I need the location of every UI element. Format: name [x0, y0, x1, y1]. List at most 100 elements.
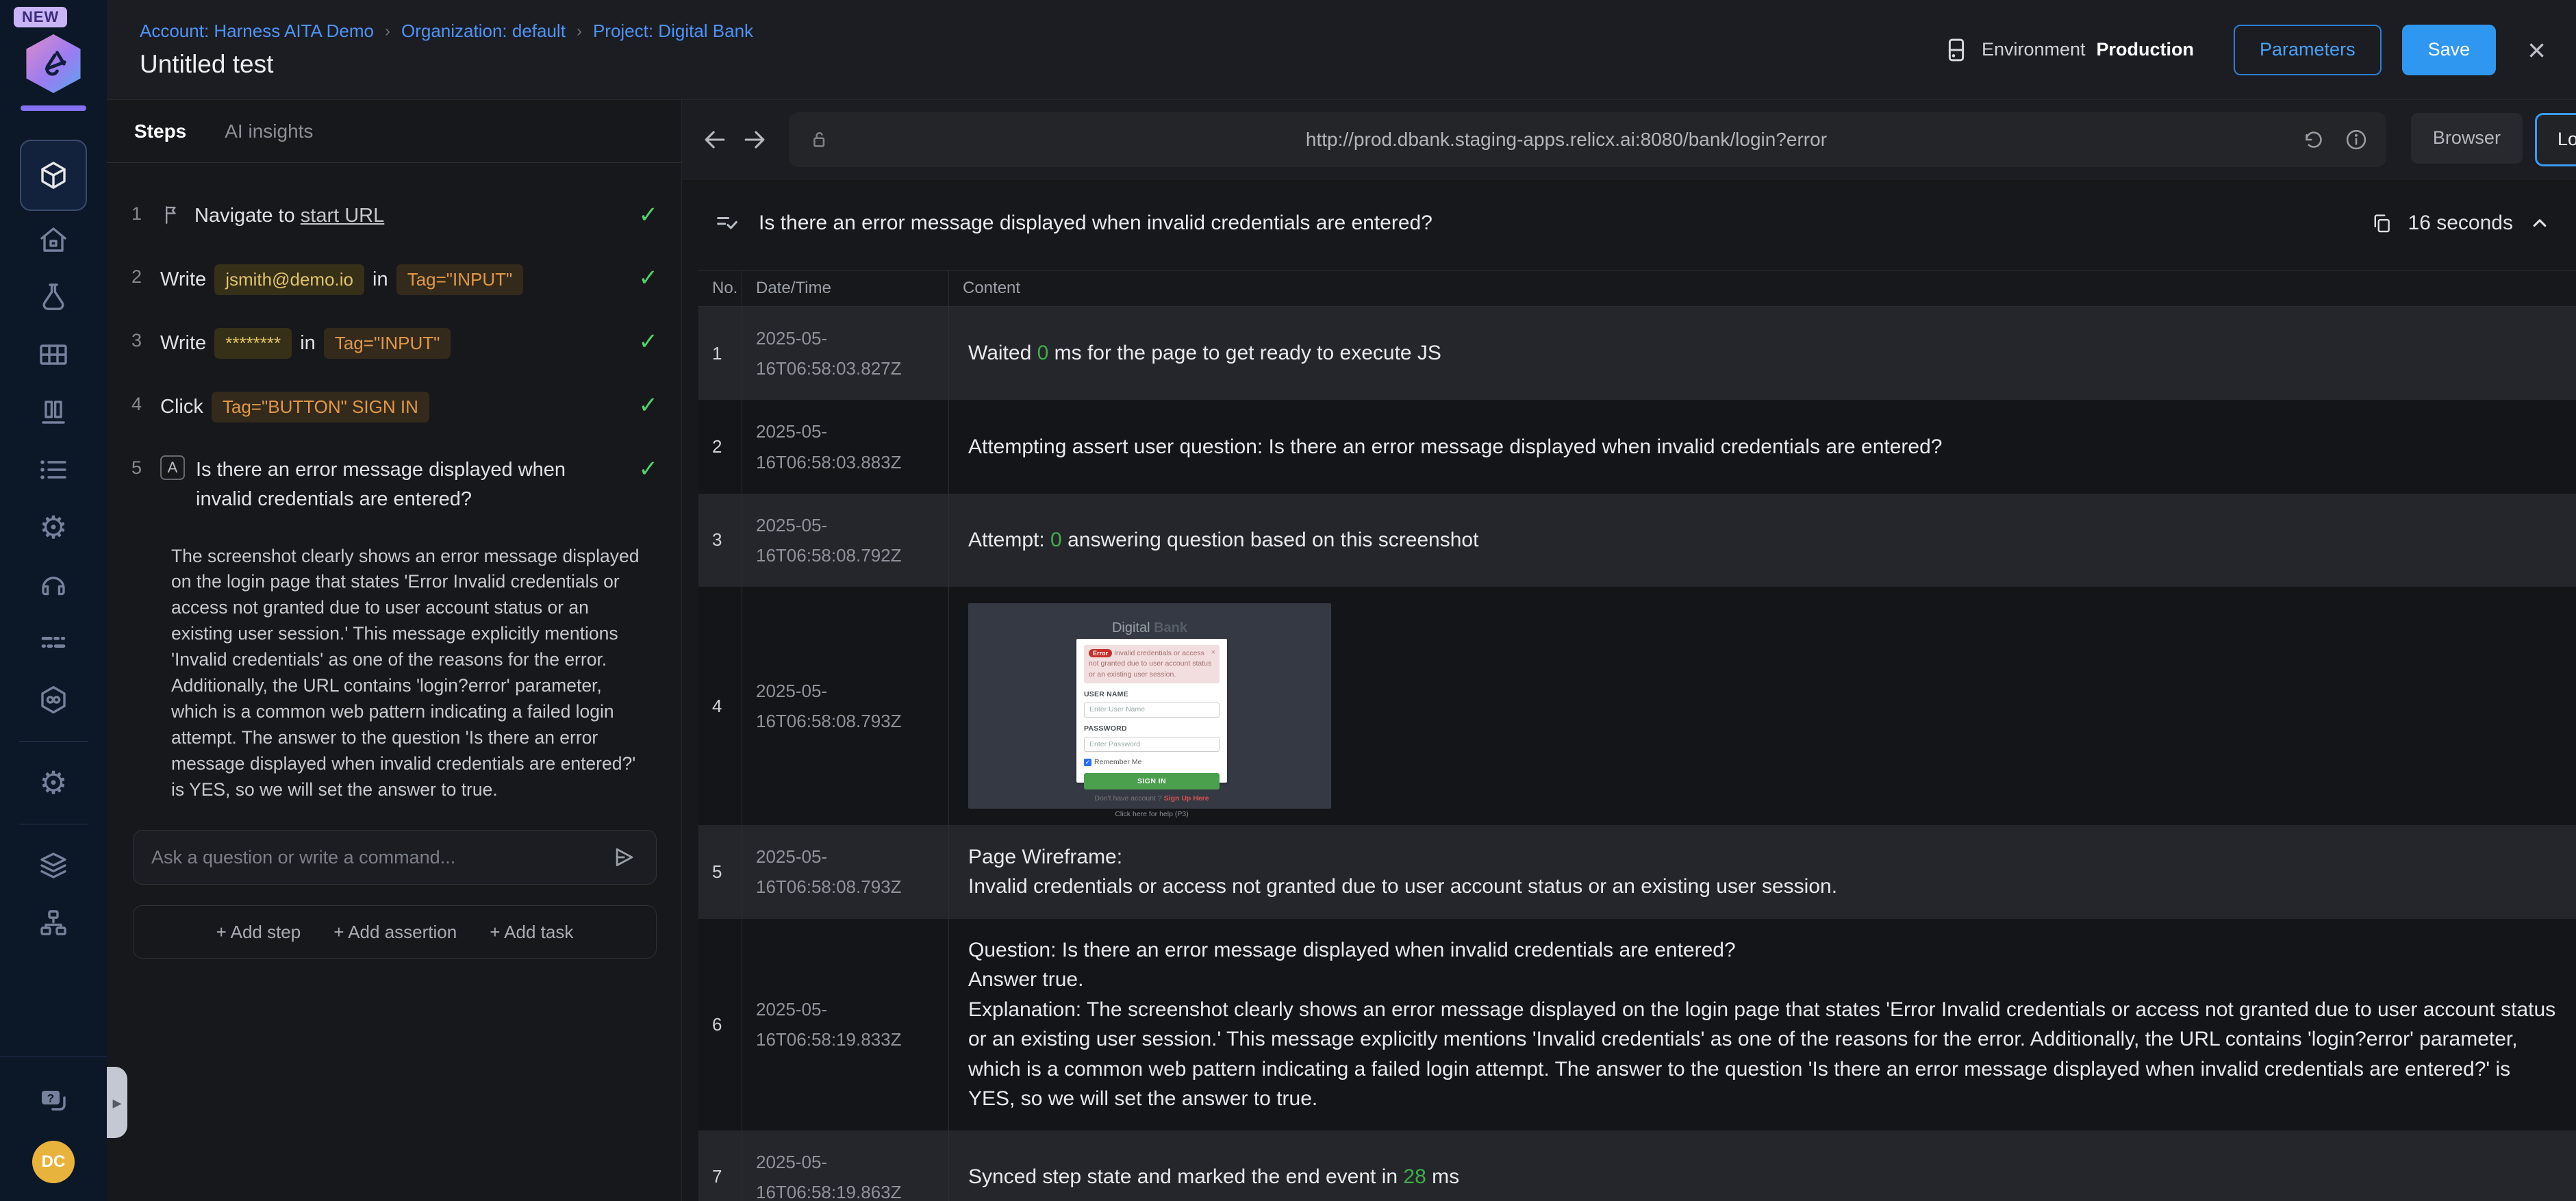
sidebar-module-cube-icon[interactable]: [20, 140, 87, 211]
checklist-icon: [40, 460, 66, 479]
step-success-check-icon: ✓: [638, 202, 659, 228]
page-screenshot-thumbnail[interactable]: Digital Bank Error Invalid credentials or …: [968, 603, 1331, 818]
sidebar-infinity-hex-icon[interactable]: [0, 671, 107, 729]
step-row[interactable]: 4 Click Tag="BUTTON" SIGN IN ✓: [131, 391, 658, 422]
log-row: 4 2025-05-16T06:58:08.793Z Digital Bank Err…: [698, 587, 2576, 826]
step-row[interactable]: 1 Navigate to start URL ✓: [131, 201, 658, 231]
columns-board-icon: [42, 401, 65, 424]
send-icon: [616, 848, 633, 867]
info-icon[interactable]: [2344, 127, 2369, 152]
log-row-timestamp: 2025-05-16T06:58:08.793Z: [742, 825, 949, 919]
log-metric-value: 28: [1403, 1165, 1426, 1188]
harness-logo-icon[interactable]: [26, 34, 81, 93]
log-text: Waited: [968, 342, 1037, 365]
step-text: Click Tag="BUTTON" SIGN IN: [160, 391, 620, 422]
log-row: 6 2025-05-16T06:58:19.833Z Question: Is th…: [698, 918, 2576, 1130]
step-text: Write jsmith@demo.io in Tag="INPUT": [160, 264, 620, 295]
sidebar-flask-icon[interactable]: [0, 268, 107, 326]
save-button[interactable]: Save: [2401, 24, 2497, 75]
sidebar-pipeline-icon[interactable]: [0, 614, 107, 671]
sidebar-checklist-icon[interactable]: [0, 441, 107, 498]
breadcrumb: Account: Harness AITA Demo › Organization:…: [140, 21, 753, 42]
nav-bottom-group: ? DC: [0, 1057, 107, 1201]
add-assertion-button[interactable]: + Add assertion: [333, 922, 457, 943]
log-row-timestamp: 2025-05-16T06:58:03.883Z: [742, 400, 949, 494]
copy-icon[interactable]: [2370, 212, 2393, 235]
log-row-number: 6: [698, 918, 742, 1130]
add-step-button[interactable]: + Add step: [216, 922, 301, 943]
breadcrumb-item[interactable]: Account: Harness AITA Demo: [140, 21, 374, 42]
tab-ai-insights[interactable]: AI insights: [225, 121, 313, 142]
grid-icon: [40, 344, 67, 365]
step-number: 3: [131, 329, 142, 351]
insecure-lock-icon: [813, 131, 825, 147]
list-check-icon: [717, 217, 737, 229]
environment-label: Environment: [1981, 39, 2086, 60]
log-text: Synced step state and marked the end eve…: [968, 1165, 1404, 1188]
add-task-button[interactable]: + Add task: [490, 922, 573, 943]
step-number: 1: [131, 203, 142, 224]
browser-tab-button[interactable]: Browser: [2410, 112, 2523, 164]
log-row: 3 2025-05-16T06:58:08.792Z Attempt: 0 answ…: [698, 493, 2576, 587]
step-success-check-icon: ✓: [638, 328, 659, 355]
panel-collapse-handle[interactable]: ▸: [107, 1067, 127, 1138]
sidebar-headset-icon[interactable]: [0, 556, 107, 614]
sidebar-columns-board-icon[interactable]: [0, 383, 107, 441]
step-text: Is there an error message displayed when…: [196, 455, 620, 515]
log-row-timestamp: 2025-05-16T06:58:08.792Z: [742, 493, 949, 587]
logs-tab-button[interactable]: Lo: [2534, 112, 2576, 166]
step-text-fragment: Click: [160, 395, 209, 418]
step-row[interactable]: 3 Write ******** in Tag="INPUT" ✓: [131, 327, 659, 359]
environment-selector[interactable]: Environment Production: [1942, 36, 2194, 64]
url-bar[interactable]: http://prod.dbank.staging-apps.relicx.ai…: [789, 112, 2386, 167]
help-chat-icon[interactable]: ?: [0, 1085, 107, 1117]
log-row: 5 2025-05-16T06:58:08.793Z Page Wireframe:…: [698, 825, 2576, 919]
parameters-button[interactable]: Parameters: [2234, 24, 2382, 75]
assertion-icon: A: [160, 455, 185, 480]
step-selector-badge: Tag="INPUT": [396, 264, 524, 295]
app-root: NEW ⚙ ⚙ ? DC ▸ Account: Harness AITA Dem…: [0, 0, 2576, 1201]
log-row-number: 7: [698, 1130, 742, 1201]
sidebar-home-icon[interactable]: [0, 211, 107, 268]
breadcrumb-item[interactable]: Organization: default: [401, 21, 566, 42]
step-text-fragment: start URL: [300, 205, 385, 227]
gear-icon: ⚙: [39, 509, 68, 545]
log-text: Attempt:: [968, 529, 1051, 552]
pipeline-icon: [41, 637, 66, 648]
step-text-fragment: Write: [160, 331, 212, 354]
step-selector-badge: Tag="BUTTON" SIGN IN: [211, 391, 429, 422]
log-text: Question: Is there an error message disp…: [968, 938, 2556, 1111]
nav-active-underline: [21, 105, 86, 111]
log-metric-value: 0: [1037, 342, 1049, 365]
step-explanation: The screenshot clearly shows an error me…: [171, 545, 640, 800]
user-avatar[interactable]: DC: [32, 1141, 75, 1183]
close-icon[interactable]: ×: [2527, 34, 2546, 66]
environment-value: Production: [2096, 39, 2195, 60]
forward-arrow-icon[interactable]: [740, 125, 770, 155]
log-row: 1 2025-05-16T06:58:03.827Z Waited 0 ms for…: [698, 307, 2576, 401]
ask-command-input[interactable]: Ask a question or write a command...: [133, 830, 657, 885]
assertion-question: Is there an error message displayed when…: [759, 212, 1432, 234]
column-header-no: No.: [698, 270, 742, 307]
log-row: 7 2025-05-16T06:58:19.863Z Synced step sta…: [698, 1130, 2576, 1201]
reload-icon[interactable]: [2301, 127, 2326, 152]
thumb-login-card: Error Invalid credentials or access not g…: [1076, 639, 1227, 818]
sidebar-layers-settings-icon[interactable]: [0, 837, 107, 894]
log-row-content: Waited 0 ms for the page to get ready to…: [949, 307, 2576, 400]
sidebar-network-settings-icon[interactable]: [0, 894, 107, 952]
chevron-up-icon[interactable]: [2528, 212, 2551, 235]
log-row-number: 1: [698, 307, 742, 401]
breadcrumb-item[interactable]: Project: Digital Bank: [593, 21, 753, 42]
log-row-content: Attempting assert user question: Is ther…: [949, 400, 2576, 493]
step-number: 2: [131, 266, 142, 287]
sidebar-gear-icon[interactable]: ⚙: [0, 498, 107, 556]
back-arrow-icon[interactable]: [700, 125, 730, 155]
step-row[interactable]: 2 Write jsmith@demo.io in Tag="INPUT" ✓: [131, 264, 658, 295]
step-row[interactable]: 5 A Is there an error message displayed wh…: [131, 455, 658, 515]
headset-icon: [42, 577, 65, 596]
tab-steps[interactable]: Steps: [134, 121, 186, 142]
sidebar-settings-gear-icon[interactable]: ⚙: [0, 754, 107, 811]
log-text: answering question based on this screens…: [1061, 529, 1479, 552]
steps-tabs: Steps AI insights: [107, 100, 681, 163]
sidebar-grid-icon[interactable]: [0, 326, 107, 383]
